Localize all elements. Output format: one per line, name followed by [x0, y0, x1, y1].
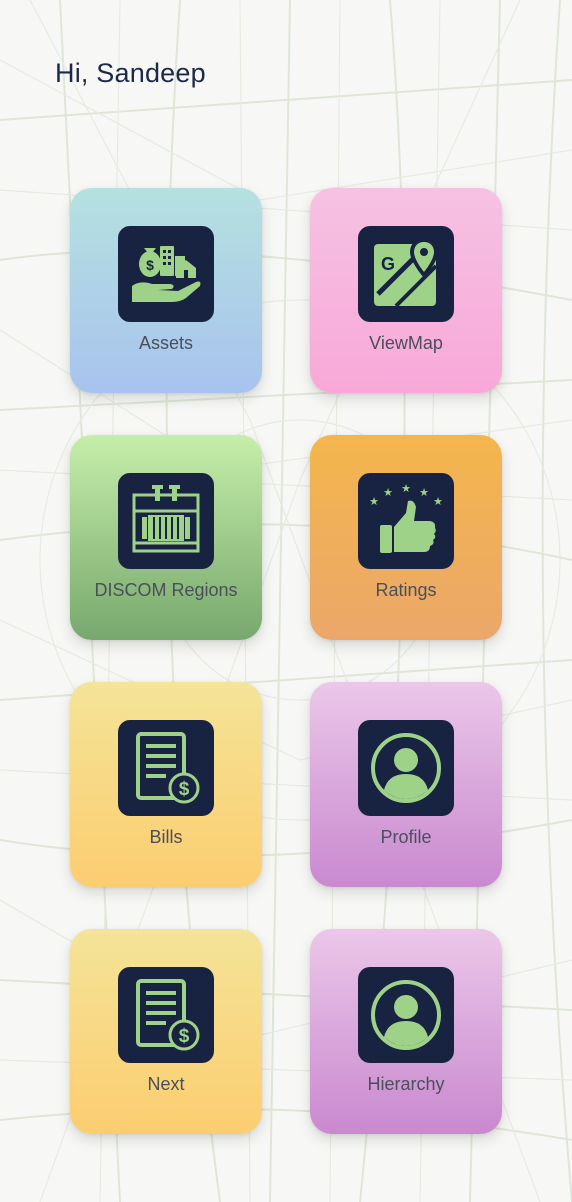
bill-icon: $	[118, 720, 214, 816]
greeting-text: Hi, Sandeep	[55, 58, 206, 88]
user-icon	[358, 967, 454, 1063]
svg-text:$: $	[146, 257, 154, 273]
svg-text:★: ★	[419, 486, 429, 499]
tile-hierarchy[interactable]: Hierarchy	[310, 929, 502, 1134]
tile-discom-regions[interactable]: DISCOM Regions	[70, 435, 262, 640]
tile-assets[interactable]: $ Assets	[70, 188, 262, 393]
tile-next[interactable]: $ Next	[70, 929, 262, 1134]
tile-label: Assets	[138, 333, 194, 353]
svg-text:$: $	[179, 779, 190, 800]
tile-label: Bills	[149, 827, 183, 847]
svg-text:★: ★	[401, 482, 411, 495]
tile-profile[interactable]: Profile	[310, 682, 502, 887]
user-icon	[358, 720, 454, 816]
transformer-icon	[118, 473, 214, 569]
tile-bills[interactable]: $ Bills	[70, 682, 262, 887]
tile-label: Profile	[380, 827, 432, 847]
tile-label: Hierarchy	[367, 1074, 445, 1094]
map-icon: G	[358, 226, 454, 322]
tile-label: ViewMap	[369, 333, 443, 353]
bill-icon: $	[118, 967, 214, 1063]
tile-ratings[interactable]: ★ ★ ★ ★ ★ Ratings	[310, 435, 502, 640]
svg-text:$: $	[179, 1026, 190, 1047]
svg-text:★: ★	[433, 495, 443, 508]
tile-label: DISCOM Regions	[94, 580, 238, 600]
tile-viewmap[interactable]: G ViewMap	[310, 188, 502, 393]
svg-text:★: ★	[369, 495, 379, 508]
tile-label: Next	[147, 1074, 185, 1094]
svg-text:★: ★	[383, 486, 393, 499]
tile-label: Ratings	[375, 580, 437, 600]
svg-text:G: G	[381, 254, 395, 274]
thumbs-up-icon: ★ ★ ★ ★ ★	[358, 473, 454, 569]
assets-icon: $	[118, 226, 214, 322]
